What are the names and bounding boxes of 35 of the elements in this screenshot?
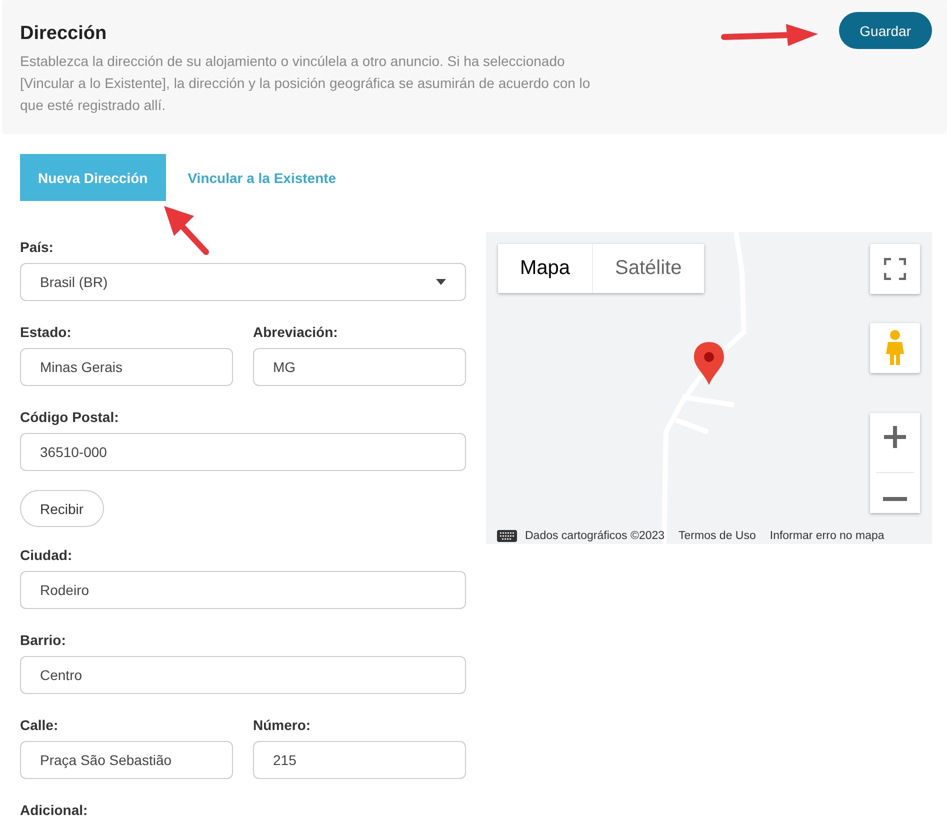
page-title: Dirección [20,23,108,45]
fullscreen-icon[interactable] [870,244,920,294]
input-field[interactable]: 36510-000 [20,433,466,471]
field-label: Abreviación: [253,324,339,340]
select-field[interactable]: Brasil (BR) [20,263,466,301]
field-label: Adicional: [20,802,88,818]
field-label: Estado: [20,324,72,340]
field-label: Ciudad: [20,547,74,563]
input-field[interactable]: MG [253,348,466,386]
caret-icon [436,279,446,285]
save-button[interactable]: Guardar [838,12,932,49]
map-attribution-link[interactable]: Termos de Uso [678,530,756,542]
input-field[interactable]: Minas Gerais [20,348,233,386]
field-label: Barrio: [20,632,67,648]
input-field[interactable]: 215 [253,741,466,779]
map-type-button[interactable]: Mapa [498,244,592,293]
field-label: Calle: [20,717,60,733]
field-label: Número: [253,717,312,733]
map-attribution-link[interactable]: Informar erro no mapa [770,530,884,542]
arrow-icon [720,22,820,48]
zoom-out-icon[interactable] [883,497,907,502]
fetch-button[interactable]: Recibir [20,490,104,527]
input-field[interactable]: Praça São Sebastião [20,741,233,779]
zoom-in-icon[interactable] [883,424,907,449]
description-text: Establezca la dirección de su alojamiento o vincúlela a otro anuncio. Si ha seleccionado [Vincular a lo Existente], la dirección y la posición geográfica se asumirán de acuerdo con lo que esté registrado allí. [20,52,592,115]
input-field[interactable]: Rodeiro [20,571,466,609]
map-attribution-link[interactable]: Dados cartográficos ©2023 [525,530,665,542]
map[interactable]: Mapa Satélite Dados cartográficos ©2023 Termos de Uso Informar erro no mapa [486,232,932,544]
keyboard-icon[interactable] [497,530,517,542]
field-label: País: [20,239,54,255]
map-type-button[interactable]: Satélite [592,244,704,293]
map-pin-icon [692,340,726,386]
field-label: Código Postal: [20,409,120,425]
arrow-icon [162,204,212,258]
input-field[interactable]: Centro [20,656,466,694]
